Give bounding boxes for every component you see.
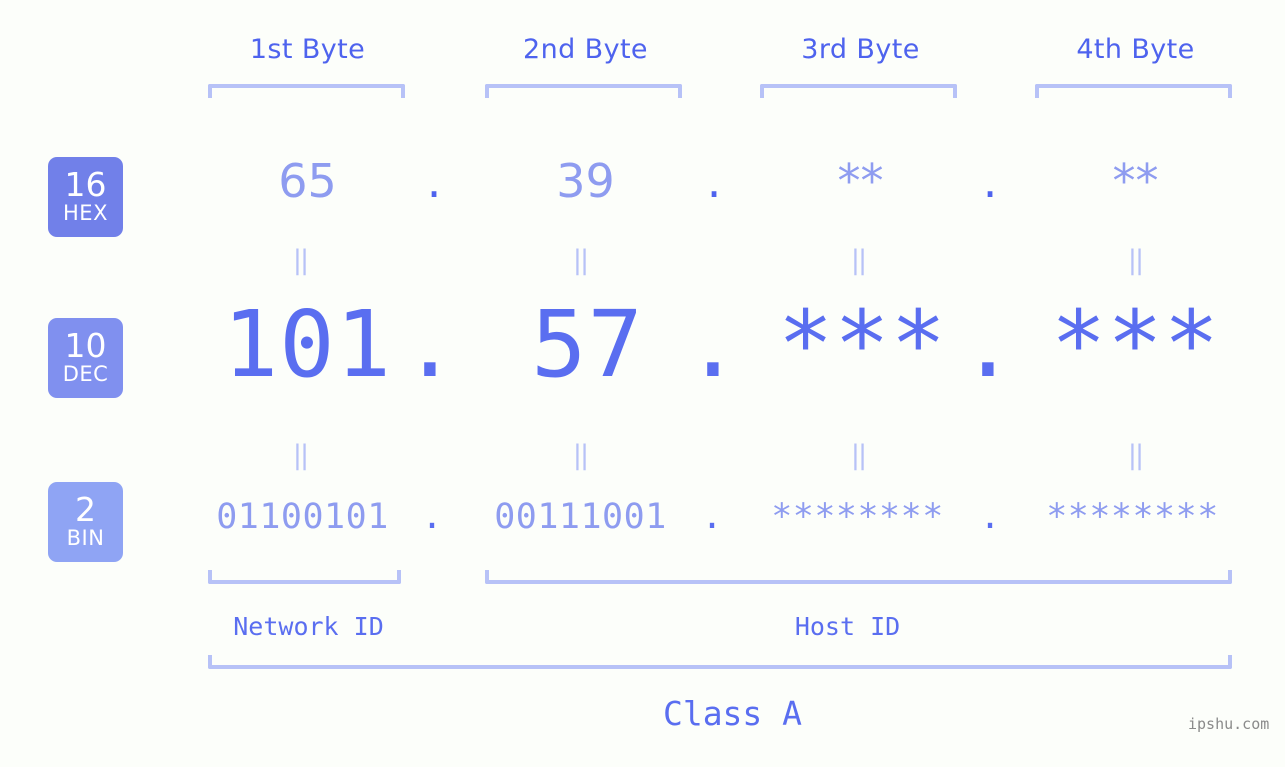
equals-mark-dec-bin-1: || [292, 440, 309, 471]
byte-bracket-1 [208, 84, 405, 98]
byte-header-4: 4th Byte [1076, 34, 1195, 65]
base-badge-hex-number: 16 [64, 164, 107, 204]
base-badge-dec[interactable]: 10 DEC [48, 318, 123, 398]
dec-byte-2: 57 [531, 291, 644, 398]
bin-byte-1: 01100101 [216, 497, 389, 537]
hex-byte-3: ** [837, 154, 884, 208]
byte-header-3: 3rd Byte [801, 34, 920, 65]
byte-bracket-4 [1035, 84, 1232, 98]
bin-separator-1: . [421, 497, 443, 537]
dec-byte-3: *** [777, 291, 948, 398]
ip-address-breakdown-diagram: 1st Byte 2nd Byte 3rd Byte 4th Byte 16 H… [0, 0, 1285, 767]
hex-byte-1: 65 [278, 154, 337, 208]
base-badge-bin-name: BIN [66, 525, 105, 550]
bin-byte-2: 00111001 [494, 497, 667, 537]
host-id-label: Host ID [794, 612, 901, 641]
hex-byte-4: ** [1112, 154, 1159, 208]
class-label: Class A [662, 694, 803, 733]
bin-separator-2: . [701, 497, 723, 537]
equals-mark-dec-bin-2: || [572, 440, 589, 471]
equals-mark-dec-bin-4: || [1127, 440, 1144, 471]
byte-bracket-2 [485, 84, 682, 98]
dec-separator-1: . [402, 291, 458, 398]
byte-header-2: 2nd Byte [523, 34, 648, 65]
equals-mark-hex-dec-1: || [292, 245, 309, 276]
equals-mark-hex-dec-3: || [850, 245, 867, 276]
bin-byte-3: ******** [771, 497, 944, 537]
dec-byte-1: 101 [222, 291, 393, 398]
base-badge-bin-number: 2 [75, 489, 96, 529]
base-badge-hex-name: HEX [63, 200, 108, 225]
hex-separator-2: . [706, 154, 722, 208]
base-badge-dec-name: DEC [62, 361, 109, 386]
base-badge-bin[interactable]: 2 BIN [48, 482, 123, 562]
hex-separator-3: . [982, 154, 998, 208]
dec-byte-4: *** [1050, 291, 1221, 398]
host-id-bracket [485, 570, 1232, 584]
bin-byte-4: ******** [1046, 497, 1219, 537]
equals-mark-hex-dec-2: || [572, 245, 589, 276]
hex-separator-1: . [426, 154, 442, 208]
equals-mark-hex-dec-4: || [1127, 245, 1144, 276]
dec-separator-2: . [685, 291, 741, 398]
site-watermark: ipshu.com [1188, 715, 1270, 733]
hex-byte-2: 39 [556, 154, 615, 208]
network-id-label: Network ID [233, 612, 384, 641]
class-bracket [208, 655, 1232, 669]
bin-separator-3: . [979, 497, 1001, 537]
byte-bracket-3 [760, 84, 957, 98]
byte-header-1: 1st Byte [249, 34, 366, 65]
base-badge-dec-number: 10 [64, 325, 107, 365]
base-badge-hex[interactable]: 16 HEX [48, 157, 123, 237]
network-id-bracket [208, 570, 401, 584]
equals-mark-dec-bin-3: || [850, 440, 867, 471]
